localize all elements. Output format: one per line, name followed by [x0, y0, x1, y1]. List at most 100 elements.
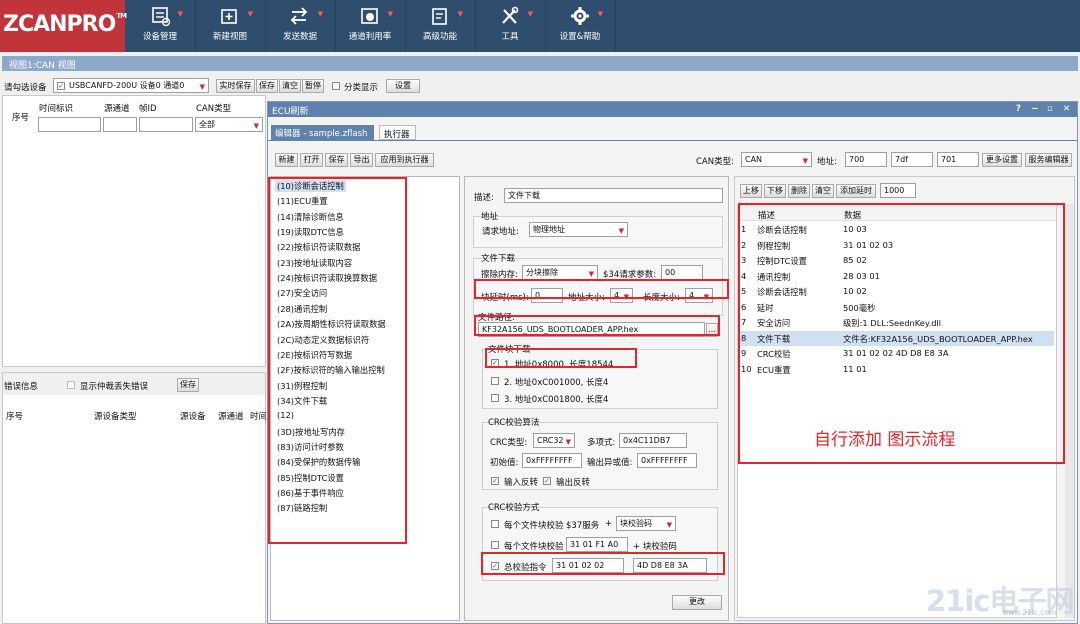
service-item[interactable]: (31)例程控制 [277, 380, 327, 392]
toolbar-button-0[interactable]: ▼ 设备管理 [125, 0, 195, 52]
step-row[interactable]: 7 安全访问 级别:1 DLL:SeednKey.dll [738, 315, 1054, 331]
mode3-checkbox[interactable]: ✓ [491, 562, 499, 570]
maximize-icon[interactable]: ▫ [1047, 104, 1053, 114]
toolbar-button-1[interactable]: ▼ 新建视图 [195, 0, 265, 52]
init-input[interactable]: 0xFFFFFFFF [522, 453, 582, 468]
service-item[interactable]: (10)诊断会话控制 [275, 180, 346, 192]
help-icon[interactable]: ? [1016, 104, 1021, 114]
clear-button[interactable]: 清空 [279, 79, 301, 93]
service-item[interactable]: (14)清除诊断信息 [277, 211, 344, 223]
desc-input[interactable]: 文件下载 [504, 188, 723, 203]
save-button[interactable]: 保存 [256, 79, 278, 93]
addr-size-select[interactable]: 4 ▼ [610, 288, 633, 303]
minimize-icon[interactable]: ‒ [1032, 104, 1038, 114]
toolbar-button-2[interactable]: ▼ 发送数据 [265, 0, 335, 52]
clear-steps-button[interactable]: 清空 [812, 184, 834, 198]
step-row[interactable]: 10 ECU重置 11 01 [738, 362, 1054, 378]
toolbar-button-3[interactable]: ▼ 通道利用率 [335, 0, 405, 52]
input-reverse-checkbox[interactable]: ✓ [491, 477, 499, 485]
service-item[interactable]: (34)文件下载 [277, 395, 327, 407]
device-select[interactable]: ✓ USBCANFD-200U 设备0 通道0 ▼ [53, 78, 209, 93]
step-row[interactable]: 8 文件下载 文件名:KF32A156_UDS_BOOTLOADER_APP.hex [738, 330, 1054, 346]
s34-input[interactable]: 00 [661, 265, 703, 280]
service-item[interactable]: (2C)动态定义数据标识符 [277, 334, 369, 346]
mode1-checkbox[interactable] [491, 520, 499, 528]
category-checkbox[interactable] [332, 82, 340, 90]
show-lost-checkbox[interactable] [67, 381, 75, 389]
mode1-select[interactable]: 块校验码 ▼ [616, 516, 676, 531]
xor-input[interactable]: 0xFFFFFFFF [637, 453, 697, 468]
mode2-input[interactable]: 31 01 F1 A0 [566, 537, 628, 552]
step-row[interactable]: 1 诊断会话控制 10 03 [738, 222, 1054, 238]
service-item[interactable]: (19)读取DTC信息 [277, 226, 344, 238]
apply-to-executor-button[interactable]: 应用到执行器 [375, 153, 434, 167]
browse-button[interactable]: ... [706, 323, 718, 337]
service-item[interactable]: (28)通讯控制 [277, 303, 327, 315]
service-item[interactable]: (27)安全访问 [277, 287, 327, 299]
can-type-select[interactable]: CAN ▼ [741, 152, 812, 167]
delay-value-input[interactable]: 1000 [880, 183, 916, 198]
toolbar-button-4[interactable]: ▼ 高级功能 [405, 0, 475, 52]
erase-select[interactable]: 分块擦除 ▼ [522, 265, 598, 280]
service-item[interactable]: (23)按地址读取内容 [277, 257, 352, 269]
poly-input[interactable]: 0x4C11DB7 [619, 433, 687, 448]
toolbar-button-6[interactable]: ▼ 设置&帮助 [545, 0, 615, 52]
delete-button[interactable]: 删除 [788, 184, 810, 198]
move-up-button[interactable]: 上移 [740, 184, 762, 198]
error-save-button[interactable]: 保存 [177, 378, 199, 392]
path-input[interactable]: KF32A156_UDS_BOOTLOADER_APP.hex [478, 322, 705, 337]
service-item[interactable]: (3D)按地址写内存 [277, 426, 345, 438]
device-checkbox[interactable]: ✓ [57, 82, 65, 90]
service-item[interactable]: (83)访问计时参数 [277, 441, 344, 453]
new-button[interactable]: 新建 [275, 153, 298, 167]
timestamp-filter[interactable] [38, 117, 101, 132]
step-row[interactable]: 2 例程控制 31 01 02 03 [738, 238, 1054, 254]
frame-id-filter[interactable] [139, 117, 193, 132]
address-input-1[interactable]: 700 [845, 152, 887, 167]
mode3-crc-input[interactable]: 4D D8 E8 3A [633, 558, 707, 573]
service-editor-button[interactable]: 服务编辑器 [1025, 153, 1072, 167]
crc-type-select[interactable]: CRC32 ▼ [533, 433, 575, 448]
service-item[interactable]: (24)按标识符读取换算数据 [277, 272, 377, 284]
block-2-checkbox[interactable] [491, 377, 499, 385]
save-file-button[interactable]: 保存 [325, 153, 348, 167]
service-item[interactable]: (11)ECU重置 [277, 195, 328, 207]
update-button[interactable]: 更改 [672, 595, 722, 610]
address-input-3[interactable]: 701 [937, 152, 979, 167]
mode3-input[interactable]: 31 01 02 02 [552, 558, 624, 573]
step-row[interactable]: 5 诊断会话控制 10 02 [738, 284, 1054, 300]
steps-scrollbar[interactable] [1065, 204, 1074, 618]
step-row[interactable]: 9 CRC校验 31 01 02 02 4D D8 E8 3A [738, 346, 1054, 362]
service-item[interactable]: (87)链路控制 [277, 502, 327, 514]
address-input-2[interactable]: 7df [891, 152, 933, 167]
open-button[interactable]: 打开 [300, 153, 323, 167]
service-item[interactable]: (2E)按标识符写数据 [277, 349, 352, 361]
mode2-checkbox[interactable] [491, 541, 499, 549]
service-item[interactable]: (12) [277, 410, 294, 420]
step-row[interactable]: 3 控制DTC设置 85 02 [738, 253, 1054, 269]
settings-button[interactable]: 设置 [386, 79, 420, 93]
step-row[interactable]: 4 通讯控制 28 03 01 [738, 269, 1054, 285]
service-item[interactable]: (2A)按周期性标识符读取数据 [277, 318, 386, 330]
len-size-select[interactable]: 4 ▼ [685, 288, 713, 303]
move-down-button[interactable]: 下移 [764, 184, 786, 198]
realtime-save-button[interactable]: 实时保存 [216, 79, 255, 93]
service-item[interactable]: (85)控制DTC设置 [277, 472, 344, 484]
more-settings-button[interactable]: 更多设置 [982, 153, 1022, 167]
output-reverse-checkbox[interactable]: ✓ [543, 477, 551, 485]
close-icon[interactable]: ✕ [1063, 104, 1070, 114]
request-addr-select[interactable]: 物理地址 ▼ [529, 222, 628, 237]
delay-input[interactable]: 0 [531, 288, 563, 303]
service-item[interactable]: (86)基于事件响应 [277, 487, 344, 499]
step-row[interactable]: 6 延时 500毫秒 [738, 300, 1054, 316]
block-3-checkbox[interactable] [491, 394, 499, 402]
channel-filter[interactable] [103, 117, 137, 132]
block-1-checkbox[interactable]: ✓ [491, 359, 499, 367]
add-delay-button[interactable]: 添加延时 [836, 184, 876, 198]
toolbar-button-5[interactable]: ▼ 工具 [475, 0, 545, 52]
service-item[interactable]: (2F)按标识符的输入输出控制 [277, 364, 385, 376]
can-type-filter[interactable]: 全部 ▼ [195, 117, 263, 132]
service-item[interactable]: (84)受保护的数据传输 [277, 456, 360, 468]
service-item[interactable]: (22)按标识符读取数据 [277, 241, 360, 253]
tab-editor[interactable]: 编辑器 - sample.zflash [271, 125, 374, 140]
